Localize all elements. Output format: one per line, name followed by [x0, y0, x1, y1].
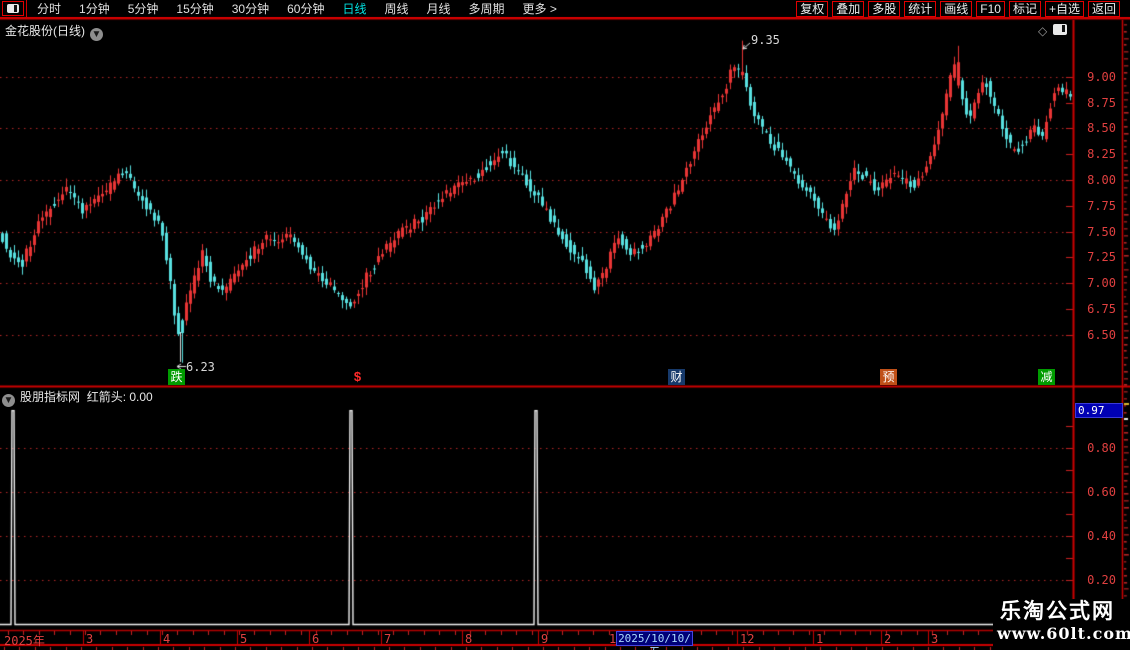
period-tab-1[interactable]: 1分钟 [70, 2, 119, 16]
chevron-down-icon[interactable]: ▼ [2, 394, 15, 407]
toolbar-button-7[interactable]: +自选 [1044, 0, 1084, 17]
toolbar-button-5[interactable]: F10 [976, 0, 1005, 17]
event-badge-1[interactable]: $ [349, 369, 366, 385]
period-tab-10[interactable]: 更多 > [514, 2, 566, 16]
date-axis-label: 2 [884, 632, 892, 646]
period-tab-5[interactable]: 60分钟 [278, 2, 333, 16]
price-axis-label: 7.00 [1087, 276, 1116, 291]
toolbar-button-0[interactable]: 复权 [796, 0, 829, 17]
period-tab-3[interactable]: 15分钟 [167, 2, 222, 16]
date-axis-label: 12 [740, 632, 755, 646]
period-tab-9[interactable]: 多周期 [460, 2, 514, 16]
price-axis-label: 8.00 [1087, 173, 1116, 188]
chart-canvas[interactable] [0, 0, 1130, 650]
indicator-name: 红箭头: [86, 390, 127, 404]
diamond-icon[interactable]: ◇ [1038, 24, 1047, 38]
indicator-source[interactable]: 股朋指标网 [20, 390, 80, 404]
date-axis-label: 8 [465, 632, 473, 646]
date-highlight: 2025/10/10/五 [616, 631, 693, 650]
indicator-axis-label: 0.40 [1087, 529, 1116, 543]
date-axis-label: 1 [816, 632, 824, 646]
period-tab-7[interactable]: 周线 [375, 2, 417, 16]
price-axis-label: 7.25 [1087, 250, 1116, 265]
indicator-value: 0.00 [129, 390, 153, 404]
event-badge-2[interactable]: 财 [668, 369, 685, 385]
price-axis-label: 6.50 [1087, 327, 1116, 342]
annotation-high: 9.35 [751, 33, 780, 47]
price-axis-label: 7.75 [1087, 198, 1116, 213]
toolbar-button-1[interactable]: 叠加 [832, 0, 865, 17]
price-axis-label: 9.00 [1087, 69, 1116, 84]
toolbar-button-2[interactable]: 多股 [868, 0, 901, 17]
date-axis-label: 3 [931, 632, 939, 646]
event-badge-3[interactable]: 预 [880, 369, 897, 385]
date-axis-label: 4 [163, 632, 171, 646]
window-split-icon [7, 4, 19, 13]
date-axis-label: 5 [240, 632, 248, 646]
period-toolbar: 分时 1分钟 5分钟 15分钟 30分钟 60分钟 日线 周线 月线 多周期 更多 > 复权 叠加 多股… [0, 0, 1130, 19]
period-tab-0[interactable]: 分时 [28, 2, 70, 16]
period-tabs: 分时 1分钟 5分钟 15分钟 30分钟 60分钟 日线 周线 月线 多周期 更多 > [28, 0, 566, 17]
toolbar-button-3[interactable]: 统计 [904, 0, 937, 17]
toolbar-button-6[interactable]: 标记 [1008, 0, 1041, 17]
watermark: 乐淘公式网 www.60lt.com [993, 599, 1130, 650]
price-axis-label: 8.50 [1087, 121, 1116, 136]
indicator-axis-label: 0.60 [1087, 485, 1116, 499]
date-axis-label: 7 [384, 632, 392, 646]
period-tab-8[interactable]: 月线 [418, 2, 460, 16]
date-axis-label: 6 [312, 632, 320, 646]
period-tab-2[interactable]: 5分钟 [119, 2, 168, 16]
toolbar-divider [26, 0, 27, 17]
price-axis-label: 7.50 [1087, 224, 1116, 239]
price-axis-label: 8.75 [1087, 95, 1116, 110]
event-badge-4[interactable]: 减 [1038, 369, 1055, 385]
watermark-site-name: 乐淘公式网 [1000, 600, 1115, 623]
indicator-header: ▼ 股朋指标网 红箭头: 0.00 [2, 388, 153, 407]
toolbar-buttons: 复权 叠加 多股 统计 画线 F10 标记 +自选 返回 [792, 0, 1130, 17]
price-axis-label: 8.25 [1087, 147, 1116, 162]
watermark-url: www.60lt.com [997, 624, 1130, 643]
indicator-axis-label: 0.20 [1087, 573, 1116, 587]
date-axis-label: 9 [541, 632, 549, 646]
app-window: 分时 1分钟 5分钟 15分钟 30分钟 60分钟 日线 周线 月线 多周期 更多 > 复权 叠加 多股… [0, 0, 1130, 650]
toolbar-button-8[interactable]: 返回 [1087, 0, 1120, 17]
indicator-axis-label: 0.80 [1087, 441, 1116, 455]
indicator-scale-highlight: 0.97 [1075, 403, 1123, 418]
price-axis-label: 6.75 [1087, 302, 1116, 317]
layout-toggle-button[interactable] [2, 1, 24, 16]
annotation-low: 6.23 [186, 360, 215, 374]
date-axis-label: 2025年 [4, 634, 45, 648]
period-tab-4[interactable]: 30分钟 [223, 2, 278, 16]
panel-toggle-icon[interactable] [1053, 24, 1068, 35]
event-badge-0[interactable]: 跌 [168, 369, 185, 385]
period-tab-6[interactable]: 日线 [333, 2, 375, 16]
chevron-down-icon[interactable]: ▼ [90, 28, 103, 41]
stock-title-row: 金花股份(日线) ▼ [5, 22, 103, 41]
chart-corner-icons: ◇ [1038, 24, 1068, 38]
date-axis-label: 3 [86, 632, 94, 646]
stock-title: 金花股份(日线) [5, 24, 85, 38]
toolbar-button-4[interactable]: 画线 [940, 0, 973, 17]
